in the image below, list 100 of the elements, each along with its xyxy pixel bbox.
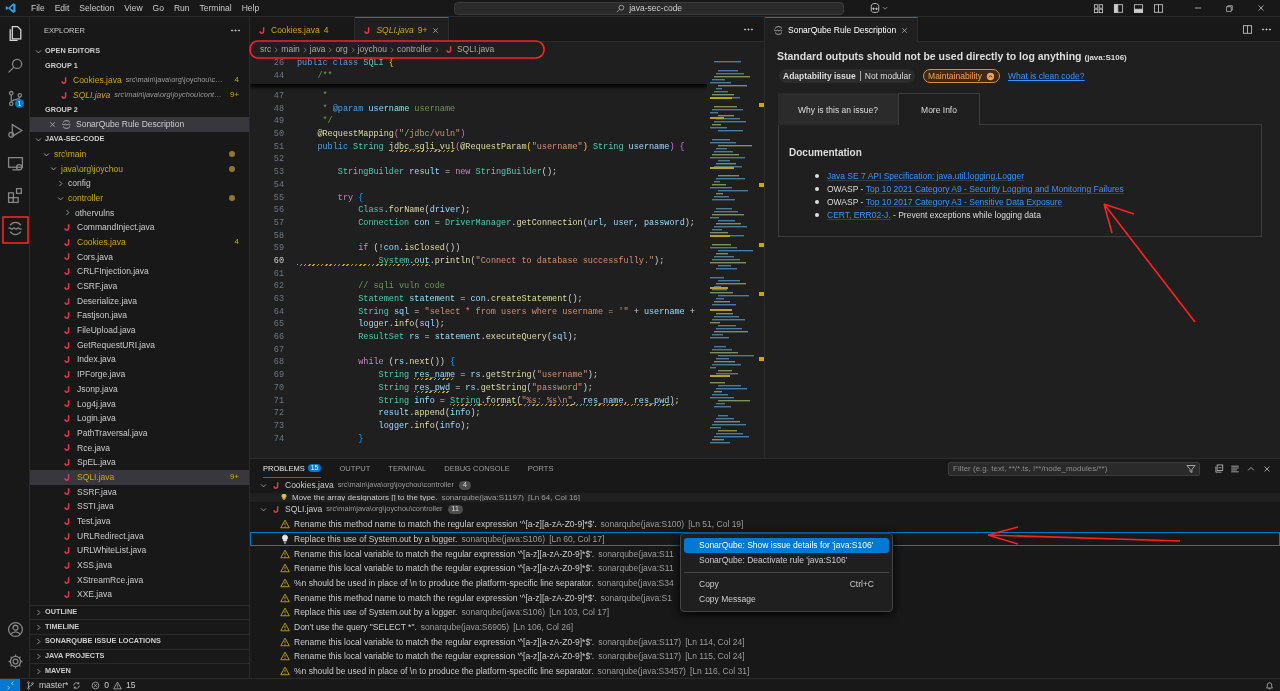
editor-tab[interactable]: Cookies.java 4: [250, 17, 356, 42]
breadcrumb-item[interactable]: SQLI.java: [456, 44, 495, 55]
explorer-entry[interactable]: Deserialize.java: [30, 293, 249, 309]
code-line: *: [321, 90, 328, 103]
problem-location: [Ln 64, Col 16]: [528, 493, 581, 502]
folder-entry[interactable]: config: [30, 176, 249, 191]
clean-code-link[interactable]: What is clean code?: [1007, 71, 1085, 82]
sync-icon[interactable]: [72, 680, 82, 690]
explorer-entry[interactable]: SSTI.java: [30, 499, 249, 514]
sidebar-toggle-icon[interactable]: [1113, 2, 1124, 14]
close-icon[interactable]: [48, 120, 57, 130]
documentation-link[interactable]: Top 10 2021 Category A9 - Security Logging and Monitoring Failures: [865, 183, 1124, 194]
account-icon[interactable]: [6, 620, 24, 638]
menu-item[interactable]: Copy Message: [684, 592, 889, 607]
command-center[interactable]: java-sec-code: [454, 1, 845, 15]
close-icon[interactable]: [1262, 463, 1272, 474]
warning-icon: [280, 519, 290, 530]
folder-entry[interactable]: controller: [30, 190, 249, 206]
explorer-entry[interactable]: Fastjson.java: [30, 308, 249, 324]
documentation-link[interactable]: CERT, ERR02-J.: [827, 209, 891, 220]
menu-item[interactable]: SonarQube: Deactivate rule 'java:S106': [684, 553, 889, 568]
filter-field[interactable]: Filter (e.g. text, **/*.ts, !**/node_modules/**): [948, 461, 1200, 476]
menu-item[interactable]: View: [119, 2, 148, 14]
caret-icon[interactable]: [881, 4, 890, 12]
collapse-all-icon[interactable]: [1214, 463, 1224, 474]
explorer-entry[interactable]: CRLFInjection.java: [30, 264, 249, 279]
remote-button[interactable]: [0, 678, 20, 691]
menu-item[interactable]: SonarQube: Show issue details for 'java:S106': [684, 538, 889, 553]
explorer-entry[interactable]: CommandInject.java: [30, 220, 249, 235]
remote-explorer-icon[interactable]: [6, 154, 24, 172]
problem-count: 4: [323, 24, 329, 36]
chevron-icon: [326, 45, 335, 54]
open-editor-item[interactable]: SonarQube Rule Description: [30, 117, 249, 133]
lightbulb-icon[interactable]: [280, 533, 290, 544]
panel-toggle-icon[interactable]: [1133, 2, 1144, 14]
restore-icon[interactable]: [1225, 3, 1234, 13]
secondary-sidebar-icon[interactable]: [1153, 2, 1164, 14]
breadcrumb-item[interactable]: src: [260, 44, 272, 55]
explorer-entry[interactable]: URLRedirect.java: [30, 528, 249, 544]
settings-icon[interactable]: [6, 653, 24, 671]
folder-entry[interactable]: othervulns: [30, 205, 249, 221]
explorer-entry[interactable]: Jsonp.java: [30, 381, 249, 397]
menu-item[interactable]: Help: [236, 2, 265, 14]
folder-entry[interactable]: src\main: [30, 146, 249, 162]
problems-button[interactable]: 0 15: [91, 679, 136, 691]
close-icon[interactable]: [431, 25, 441, 35]
explorer-entry[interactable]: Cookies.java 4: [30, 234, 249, 250]
breadcrumb-item[interactable]: controller: [397, 44, 432, 55]
explorer-entry[interactable]: Rce.java: [30, 440, 249, 456]
explorer-entry[interactable]: XXE.java: [30, 587, 249, 603]
sonarqube-icon[interactable]: [6, 219, 24, 237]
rule-tab[interactable]: Why is this an issue?: [778, 93, 898, 126]
explorer-entry[interactable]: Index.java: [30, 352, 249, 368]
layout-icon[interactable]: [1093, 2, 1104, 14]
explorer-entry[interactable]: Login.java: [30, 411, 249, 426]
explorer-entry[interactable]: Test.java: [30, 514, 249, 529]
branch-button[interactable]: master*: [26, 679, 69, 691]
explorer-entry[interactable]: XStreamRce.java: [30, 572, 249, 588]
menu-item[interactable]: File: [26, 2, 50, 14]
explorer-entry[interactable]: XSS.java: [30, 558, 249, 573]
explorer-entry[interactable]: URLWhiteList.java: [30, 543, 249, 559]
explorer-entry[interactable]: IPForge.java: [30, 367, 249, 382]
menu-item[interactable]: Copy Ctrl+C: [684, 577, 889, 592]
menu-item[interactable]: Go: [147, 2, 169, 14]
lightbulb-icon[interactable]: [280, 493, 288, 502]
search-icon[interactable]: [6, 57, 24, 75]
breadcrumb-item[interactable]: java: [309, 44, 326, 55]
editor-tab[interactable]: SQLI.java 9+: [355, 17, 450, 42]
warning-icon: [113, 680, 123, 690]
editor-tab[interactable]: SonarQube Rule Description: [765, 17, 919, 42]
explorer-entry[interactable]: GetRequestURI.java: [30, 337, 249, 353]
extensions-icon[interactable]: [6, 187, 24, 205]
warning-count: 15: [126, 679, 136, 691]
close-icon[interactable]: [1256, 3, 1266, 13]
explorer-entry[interactable]: SSRF.java: [30, 484, 249, 500]
menu-item[interactable]: Selection: [74, 2, 120, 14]
close-icon[interactable]: [900, 25, 910, 35]
explorer-entry[interactable]: FileUpload.java: [30, 323, 249, 338]
menu-item[interactable]: Edit: [49, 2, 75, 14]
explorer-entry[interactable]: SpEL.java: [30, 455, 249, 470]
breadcrumb-item[interactable]: org: [335, 44, 348, 55]
split-editor-icon[interactable]: [1242, 23, 1253, 35]
explorer-entry[interactable]: Log4j.java: [30, 396, 249, 412]
view-as-list-icon[interactable]: [1230, 463, 1240, 474]
run-debug-icon[interactable]: [6, 122, 24, 140]
documentation-link[interactable]: Java SE 7 API Specification: java.util.logging.Logger: [827, 170, 1025, 181]
breadcrumb-item[interactable]: main: [281, 44, 300, 55]
explorer-entry[interactable]: PathTraversal.java: [30, 425, 249, 441]
notification-icon[interactable]: [1265, 680, 1274, 690]
menu-item[interactable]: Run: [168, 2, 195, 14]
folder-entry[interactable]: java\org\joychou: [30, 161, 249, 177]
rule-tab[interactable]: More Info: [898, 93, 980, 126]
explorer-entry[interactable]: Cors.java: [30, 249, 249, 265]
documentation-link[interactable]: Top 10 2017 Category A3 - Sensitive Data Exposure: [865, 196, 1063, 207]
menu-item[interactable]: Terminal: [194, 2, 237, 14]
problem-count: 9+: [228, 89, 239, 102]
explorer-entry[interactable]: CSRF.java: [30, 279, 249, 294]
breadcrumb-item[interactable]: joychou: [357, 44, 387, 55]
explorer-entry[interactable]: SQLI.java 9+: [30, 469, 249, 485]
line-number: 49: [272, 115, 284, 129]
